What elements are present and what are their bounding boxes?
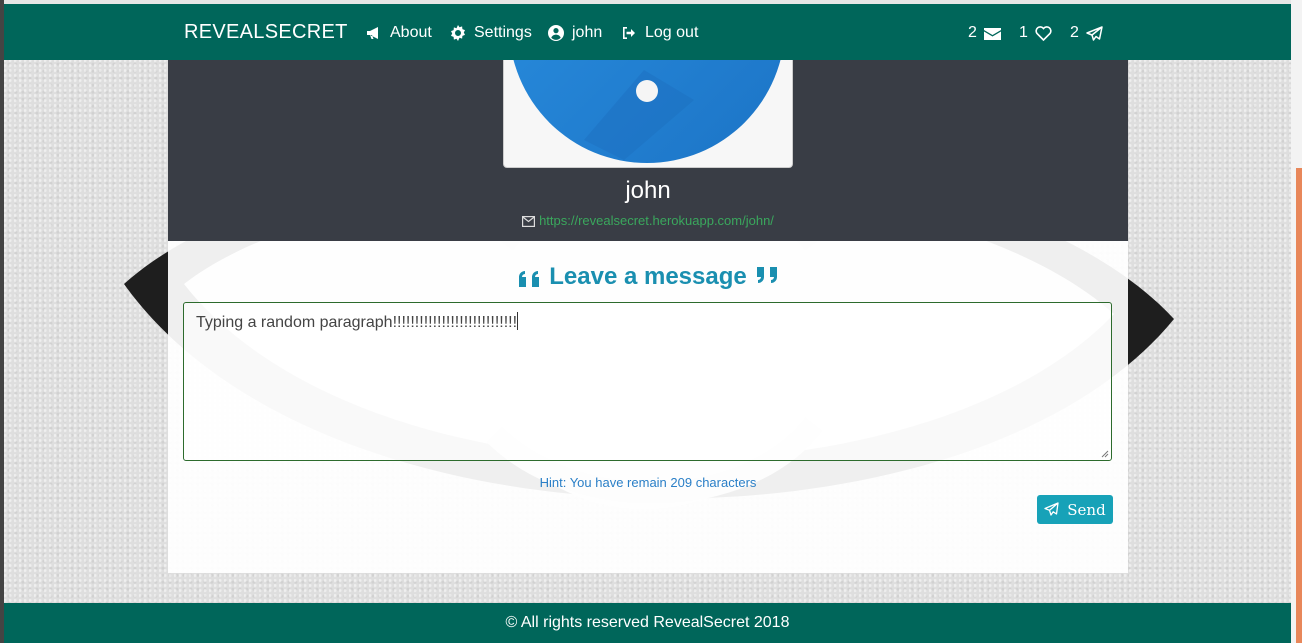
paper-plane-icon [1086,25,1103,41]
nav-about[interactable]: About [366,24,432,42]
nav-profile[interactable]: john [548,24,602,42]
resize-handle-icon[interactable] [1100,449,1109,458]
sent-badge[interactable]: 2 [1070,24,1103,42]
send-button-label: Send [1067,500,1106,519]
envelope-outline-icon [522,216,536,228]
page-footer: © All rights reserved RevealSecret 2018 [4,603,1291,643]
message-title: Leave a message [168,263,1128,291]
likes-count: 1 [1019,24,1028,41]
nav-settings[interactable]: Settings [450,24,532,42]
message-title-text: Leave a message [549,263,747,290]
avatar[interactable] [503,60,793,168]
window-left-edge [0,0,4,643]
heart-icon [1035,25,1052,41]
messages-count: 2 [968,24,977,41]
sent-count: 2 [1070,24,1079,41]
profile-url-text[interactable]: https://revealsecret.herokuapp.com/john/ [539,213,774,228]
bullhorn-icon [367,27,378,39]
profile-header: john https://revealsecret.herokuapp.com/… [168,60,1128,241]
text-cursor [517,312,519,330]
message-text: Typing a random paragraph!!!!!!!!!!!!!!!… [196,314,518,331]
paper-plane-icon [1044,502,1059,516]
scrollbar-thumb[interactable] [1296,168,1302,643]
character-hint: Hint: You have remain 209 characters [539,475,757,490]
top-navbar: REVEALSECRET About Settings john Log out… [4,4,1291,60]
nav-settings-label: Settings [474,24,532,41]
avatar-image [513,60,781,163]
message-textarea[interactable]: Typing a random paragraph!!!!!!!!!!!!!!!… [183,302,1112,461]
message-form: Leave a message Typing a random paragrap… [168,241,1128,573]
nav-logout[interactable]: Log out [621,24,698,42]
send-button[interactable]: Send [1037,495,1113,524]
nav-logout-label: Log out [645,24,699,41]
profile-url[interactable]: https://revealsecret.herokuapp.com/john/ [168,213,1128,228]
quote-right-icon [756,267,777,283]
likes-badge[interactable]: 1 [1019,24,1052,42]
nav-about-label: About [390,24,432,41]
envelope-icon [983,27,1001,40]
nav-profile-label: john [572,24,603,41]
sign-out-icon [623,27,635,39]
messages-badge[interactable]: 2 [968,24,1001,42]
profile-username: john [625,177,671,204]
brand-logo[interactable]: REVEALSECRET [184,21,348,44]
user-circle-icon [548,25,564,41]
quote-left-icon [519,271,540,287]
gear-icon [451,25,465,41]
